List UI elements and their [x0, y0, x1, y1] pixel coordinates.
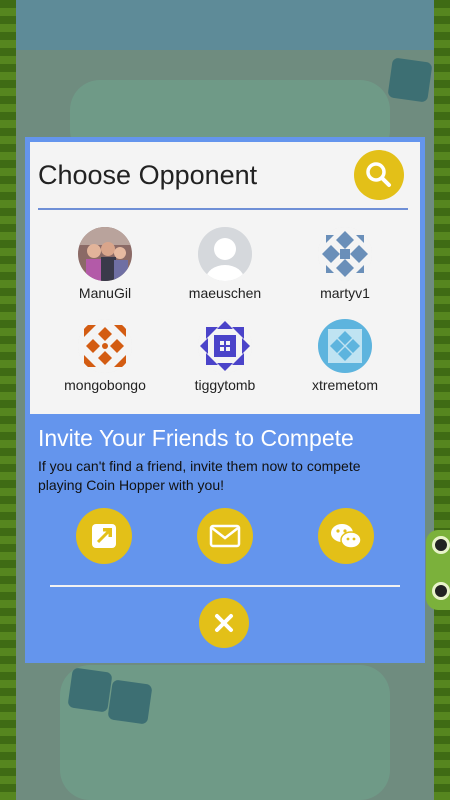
grass-left: [0, 0, 16, 800]
background-block: [387, 57, 433, 103]
opponent-name: ManuGil: [78, 285, 132, 301]
wechat-icon: [331, 524, 362, 549]
default-person-avatar: [198, 227, 252, 281]
background-block: [107, 679, 153, 725]
share-icon: [92, 524, 116, 548]
opponent-item[interactable]: xtremetom: [285, 319, 405, 393]
geometric-avatar: [318, 227, 372, 281]
invite-title: Invite Your Friends to Compete: [38, 425, 354, 451]
frog-eye: [432, 582, 450, 600]
frog-eye: [432, 536, 450, 554]
opponent-name: maeuschen: [188, 285, 262, 301]
opponent-panel: Choose Opponent ManuGil maeuschen martyv…: [30, 142, 420, 414]
title-divider: [38, 208, 408, 210]
dialog-title: Choose Opponent: [38, 160, 258, 190]
opponent-item[interactable]: mongobongo: [45, 319, 165, 393]
invite-description: If you can't find a friend, invite them …: [38, 458, 361, 493]
share-button[interactable]: [76, 508, 132, 564]
opponent-name: mongobongo: [64, 377, 146, 393]
opponent-name: martyv1: [320, 285, 370, 301]
opponent-name: tiggytomb: [194, 377, 256, 393]
geometric-avatar: [78, 319, 132, 373]
choose-opponent-dialog: Choose Opponent ManuGil maeuschen martyv…: [25, 137, 425, 663]
photo-avatar: [78, 227, 132, 281]
email-invite-button[interactable]: [197, 508, 253, 564]
bottom-divider: [50, 585, 400, 587]
close-button[interactable]: [199, 598, 249, 648]
wechat-invite-button[interactable]: [318, 508, 374, 564]
email-icon: [209, 524, 241, 548]
frog-character: [426, 530, 450, 610]
opponent-item[interactable]: maeuschen: [165, 227, 285, 301]
opponent-item[interactable]: martyv1: [285, 227, 405, 301]
background-block: [67, 667, 113, 713]
close-icon: [215, 614, 233, 632]
search-button[interactable]: [354, 150, 404, 200]
background-sky: [0, 0, 450, 50]
geometric-avatar: [318, 319, 372, 373]
opponent-item[interactable]: ManuGil: [45, 227, 165, 301]
opponent-name: xtremetom: [311, 377, 379, 393]
geometric-avatar: [198, 319, 252, 373]
grass-right: [434, 0, 450, 800]
search-icon: [366, 162, 391, 187]
opponent-item[interactable]: tiggytomb: [165, 319, 285, 393]
